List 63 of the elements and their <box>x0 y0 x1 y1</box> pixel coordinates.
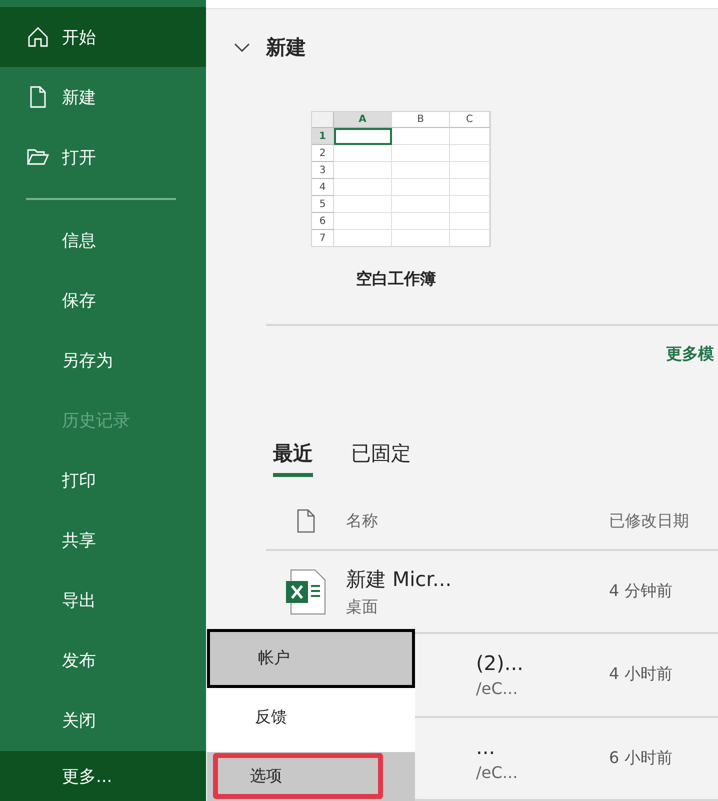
tab[interactable]: 最近 <box>273 440 313 478</box>
grid-cell <box>450 213 490 230</box>
column-header: C <box>450 112 490 128</box>
sidebar-item[interactable]: 打开 <box>0 127 206 187</box>
grid-cell <box>450 196 490 214</box>
home-icon <box>26 25 50 49</box>
menu-item[interactable]: 选项 <box>207 752 415 801</box>
grid-cell <box>392 145 450 162</box>
grid-cell <box>334 145 392 162</box>
column-header: B <box>392 112 450 128</box>
sidebar-item[interactable]: 另存为 <box>0 330 206 390</box>
grid-cell <box>334 196 392 214</box>
corner-cell <box>312 112 334 128</box>
column-header: A <box>334 112 392 128</box>
file-location: /eC... <box>476 762 519 782</box>
modified-date: 4 分钟前 <box>609 581 672 602</box>
column-header[interactable]: 已修改日期 <box>609 510 709 532</box>
menu-item[interactable]: 帐户 <box>207 629 415 688</box>
file-location: /eC... <box>476 679 519 698</box>
sidebar-item[interactable]: 打印 <box>0 450 206 510</box>
grid-cell <box>334 213 392 230</box>
sidebar-item[interactable]: 共享 <box>0 510 206 570</box>
grid-cell <box>392 128 450 146</box>
sidebar-item[interactable]: 开始 <box>0 7 206 67</box>
grid-cell <box>392 213 450 230</box>
row-header: 5 <box>312 196 334 214</box>
grid-cell <box>392 179 450 196</box>
blank-workbook-thumbnail[interactable]: A B C 1 2 3 4 5 6 7 <box>311 111 491 248</box>
grid-cell <box>450 179 490 196</box>
row-header: 4 <box>312 179 334 196</box>
sidebar-item[interactable]: 关闭 <box>0 690 206 750</box>
sidebar-item[interactable]: 新建 <box>0 67 206 127</box>
tab[interactable]: 已固定 <box>351 440 411 478</box>
sidebar-item[interactable]: 保存 <box>0 270 206 330</box>
document-icon <box>296 509 316 534</box>
grid-cell <box>334 179 392 196</box>
template-label: 空白工作簿 <box>356 269 437 290</box>
grid-cell <box>450 162 490 180</box>
spreadsheet-file-icon <box>286 568 326 615</box>
row-header: 6 <box>312 213 334 230</box>
grid-cell <box>334 128 392 146</box>
column-header[interactable]: 名称 <box>346 510 609 532</box>
row-header: 2 <box>312 145 334 162</box>
row-header: 3 <box>312 162 334 180</box>
modified-date: 4 小时前 <box>609 664 672 686</box>
sidebar-item[interactable]: 导出 <box>0 570 206 630</box>
file-name: (2)... <box>476 651 524 676</box>
sidebar-item[interactable]: 信息 <box>0 210 206 270</box>
modified-date: 6 小时前 <box>609 748 672 769</box>
more-templates-link[interactable]: 更多模 <box>666 344 714 366</box>
grid-cell <box>392 162 450 180</box>
row-header: 1 <box>312 128 334 146</box>
sidebar-item[interactable]: 更多... <box>0 751 206 801</box>
grid-cell <box>450 145 490 162</box>
grid-cell <box>392 196 450 214</box>
sidebar-item[interactable]: 发布 <box>0 630 206 690</box>
grid-cell <box>334 162 392 180</box>
file-name: 新建 Micr... <box>346 566 453 593</box>
file-location: 桌面 <box>346 596 379 618</box>
section-title: 新建 <box>266 34 306 62</box>
file-name: ... <box>476 734 496 759</box>
grid-cell <box>450 128 490 146</box>
chevron-down-icon[interactable] <box>234 42 250 53</box>
